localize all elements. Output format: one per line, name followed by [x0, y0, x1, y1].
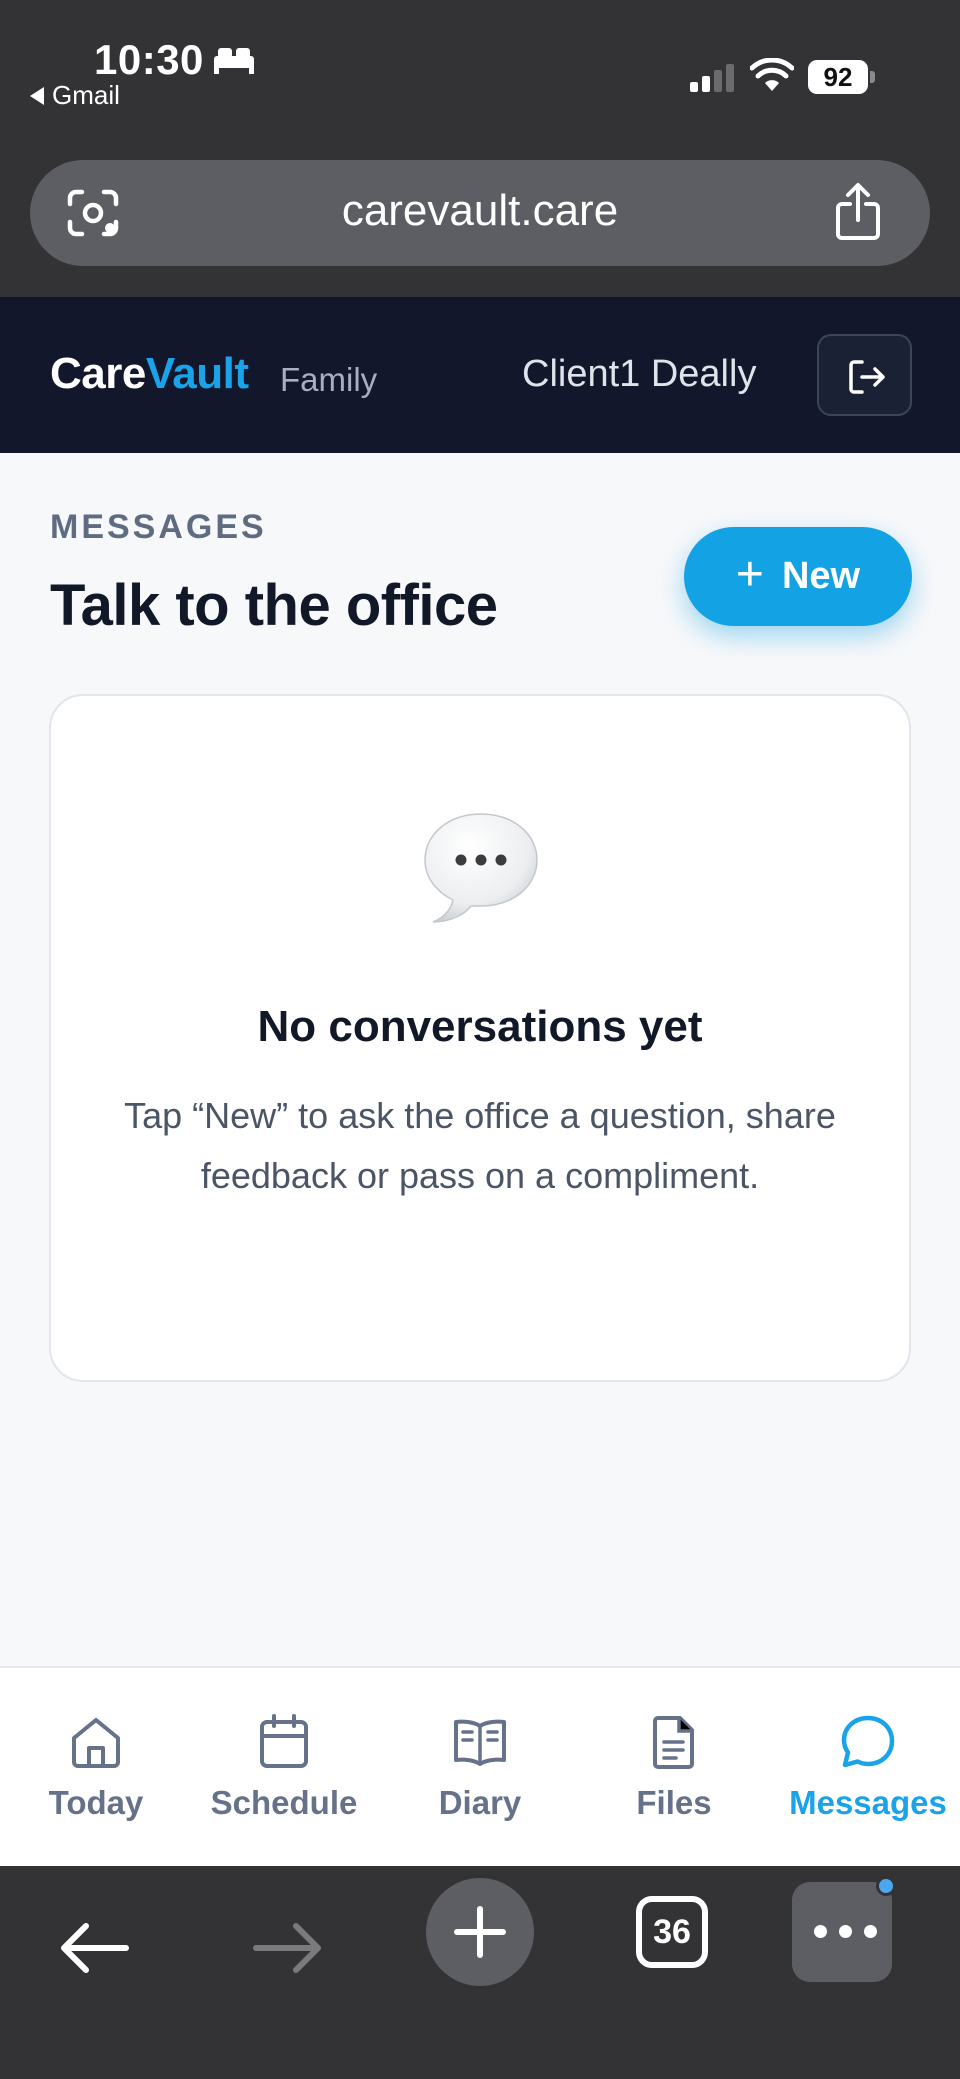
- address-bar[interactable]: carevault.care: [30, 160, 930, 266]
- tab-label: Messages: [789, 1784, 947, 1821]
- tab-label: Files: [636, 1784, 712, 1821]
- signal-icon: [690, 64, 734, 92]
- more-icon: [814, 1925, 877, 1938]
- client-name: Client1 Deally: [522, 353, 757, 395]
- plus-icon: +: [735, 547, 764, 601]
- status-time: 10:30: [94, 36, 204, 83]
- share-icon[interactable]: [832, 182, 884, 242]
- calendar-icon: [260, 1714, 308, 1768]
- chat-icon: [841, 1715, 895, 1768]
- forward-arrow-icon[interactable]: [250, 1920, 326, 1976]
- more-button[interactable]: [792, 1876, 896, 1982]
- battery-level: 92: [808, 60, 868, 94]
- back-to-app-link[interactable]: Gmail: [30, 80, 120, 111]
- back-triangle-icon: [30, 86, 44, 105]
- tab-label: Schedule: [210, 1784, 358, 1821]
- tab-label: Diary: [438, 1784, 522, 1821]
- bottom-tab-bar: Today Schedule Diary Files Messages: [0, 1666, 960, 1866]
- tab-today[interactable]: Today: [0, 1668, 192, 1868]
- url-text[interactable]: carevault.care: [30, 186, 930, 236]
- new-tab-button[interactable]: [426, 1878, 534, 1986]
- tabs-icon[interactable]: 36: [636, 1896, 708, 1968]
- new-button-label: New: [781, 555, 861, 597]
- brand-logo[interactable]: CareVault: [50, 349, 249, 399]
- file-icon: [653, 1716, 694, 1769]
- bed-icon: [214, 48, 254, 74]
- wifi-icon: [750, 58, 794, 91]
- logout-button[interactable]: [817, 334, 912, 416]
- empty-state-description: Tap “New” to ask the office a question, …: [124, 1095, 836, 1196]
- plus-icon: [454, 1906, 506, 1958]
- tab-files[interactable]: Files: [578, 1668, 770, 1868]
- app-header: CareVault Family Client1 Deally: [0, 297, 960, 453]
- tab-diary[interactable]: Diary: [384, 1668, 576, 1868]
- empty-state-card: No conversations yet Tap “New” to ask th…: [49, 694, 911, 1382]
- section-label: MESSAGES: [50, 508, 267, 546]
- tab-messages[interactable]: Messages: [772, 1668, 960, 1868]
- speech-bubble-icon: [424, 813, 538, 923]
- home-icon: [72, 1718, 120, 1768]
- back-app-label: Gmail: [52, 80, 120, 110]
- back-arrow-icon[interactable]: [56, 1920, 132, 1976]
- book-icon: [454, 1719, 506, 1766]
- tab-schedule[interactable]: Schedule: [188, 1668, 380, 1868]
- brand-vault-text: Vault: [145, 349, 249, 398]
- page-title: Talk to the office: [50, 573, 498, 638]
- browser-bottom-toolbar: 36: [0, 1866, 960, 2079]
- brand-subtitle: Family: [280, 361, 378, 398]
- tab-label: Today: [48, 1784, 144, 1821]
- logout-icon: [849, 360, 885, 394]
- brand-care-text: Care: [50, 349, 146, 398]
- browser-top-chrome: 10:30 Gmail 92 carevault.care: [0, 0, 960, 297]
- new-message-button[interactable]: + New: [684, 527, 912, 626]
- notification-dot: [876, 1876, 896, 1896]
- battery-icon: 92: [808, 60, 875, 94]
- empty-state-title: No conversations yet: [257, 1002, 703, 1051]
